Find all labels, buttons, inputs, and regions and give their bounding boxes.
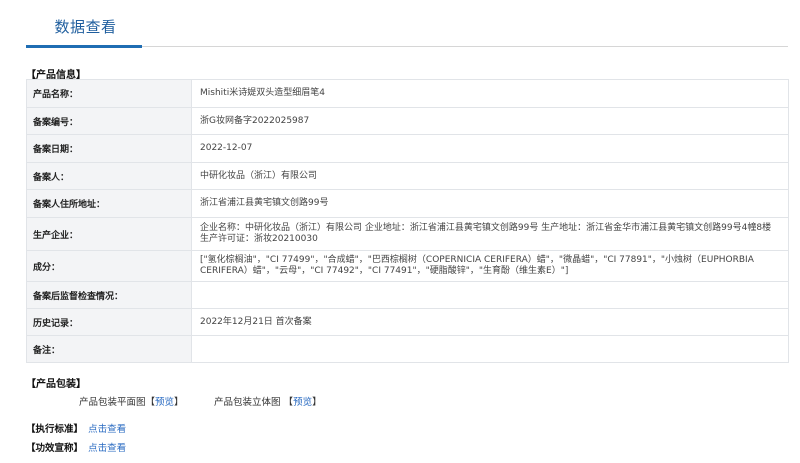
packaging-stereo-preview-link[interactable]: 预览 [293,397,312,408]
row-label-remarks: 备注： [26,335,192,363]
packaging-stereo-label: 产品包装立体图 [214,397,281,408]
row-value-registrant-address: 浙江省浦江县黄宅镇文创路99号 [191,189,789,218]
packaging-flat-label: 产品包装平面图 [79,397,146,408]
table-row: 产品名称： Mishiti米诗媞双头造型细眉笔4 [26,79,789,108]
table-row: 备注： [26,335,789,363]
bracket-open: 【 [145,397,156,408]
row-value-history: 2022年12月21日 首次备案 [191,308,789,336]
table-row: 生产企业： 企业名称：中研化妆品（浙江）有限公司 企业地址：浙江省浦江县黄宅镇文… [26,217,789,251]
row-value-manufacturer: 企业名称：中研化妆品（浙江）有限公司 企业地址：浙江省浦江县黄宅镇文创路99号 … [191,217,789,251]
bracket-open: 【 [283,397,294,408]
table-row: 备案日期： 2022-12-07 [26,134,789,163]
row-label-filing-number: 备案编号： [26,107,192,135]
standard-row: 【执行标准】 点击查看 [26,417,126,436]
table-row: 备案人： 中研化妆品（浙江）有限公司 [26,162,789,190]
efficacy-view-link[interactable]: 点击查看 [88,443,126,454]
standard-section-title: 【执行标准】 [26,424,84,435]
row-value-registrant: 中研化妆品（浙江）有限公司 [191,162,789,190]
row-label-history: 历史记录： [26,308,192,336]
efficacy-section-title: 【功效宣称】 [26,443,84,454]
packaging-flat-item: 产品包装平面图【预览】 [79,394,184,408]
packaging-stereo-item: 产品包装立体图 【预览】 [214,394,322,408]
bracket-close: 】 [312,397,322,408]
packaging-flat-preview-link[interactable]: 预览 [155,397,174,408]
row-label-post-filing-inspection: 备案后监督检查情况： [26,281,192,309]
row-label-registrant-address: 备案人住所地址： [26,189,192,218]
table-row: 成分： ["氢化棕榈油"，"CI 77499"，"合成蜡"，"巴西棕榈树（COP… [26,250,789,282]
table-row: 历史记录： 2022年12月21日 首次备案 [26,308,789,336]
packaging-section-title: 【产品包装】 [26,379,86,390]
active-tab-indicator [26,45,142,48]
row-value-post-filing-inspection [191,281,789,309]
efficacy-row: 【功效宣称】 点击查看 [26,436,126,455]
row-label-ingredients: 成分： [26,250,192,282]
row-value-filing-date: 2022-12-07 [191,134,789,163]
row-value-product-name: Mishiti米诗媞双头造型细眉笔4 [191,79,789,108]
row-label-filing-date: 备案日期： [26,134,192,163]
row-value-ingredients: ["氢化棕榈油"，"CI 77499"，"合成蜡"，"巴西棕榈树（COPERNI… [191,250,789,282]
row-value-remarks [191,335,789,363]
table-row: 备案编号： 浙G妆网备字2022025987 [26,107,789,135]
standard-view-link[interactable]: 点击查看 [88,424,126,435]
row-label-registrant: 备案人： [26,162,192,190]
row-label-manufacturer: 生产企业： [26,217,192,251]
table-row: 备案后监督检查情况： [26,281,789,309]
table-row: 备案人住所地址： 浙江省浦江县黄宅镇文创路99号 [26,189,789,218]
row-value-filing-number: 浙G妆网备字2022025987 [191,107,789,135]
row-label-product-name: 产品名称： [26,79,192,108]
tab-data-view[interactable]: 数据查看 [29,16,142,37]
product-info-table: 产品名称： Mishiti米诗媞双头造型细眉笔4 备案编号： 浙G妆网备字202… [26,79,789,363]
bracket-close: 】 [174,397,184,408]
